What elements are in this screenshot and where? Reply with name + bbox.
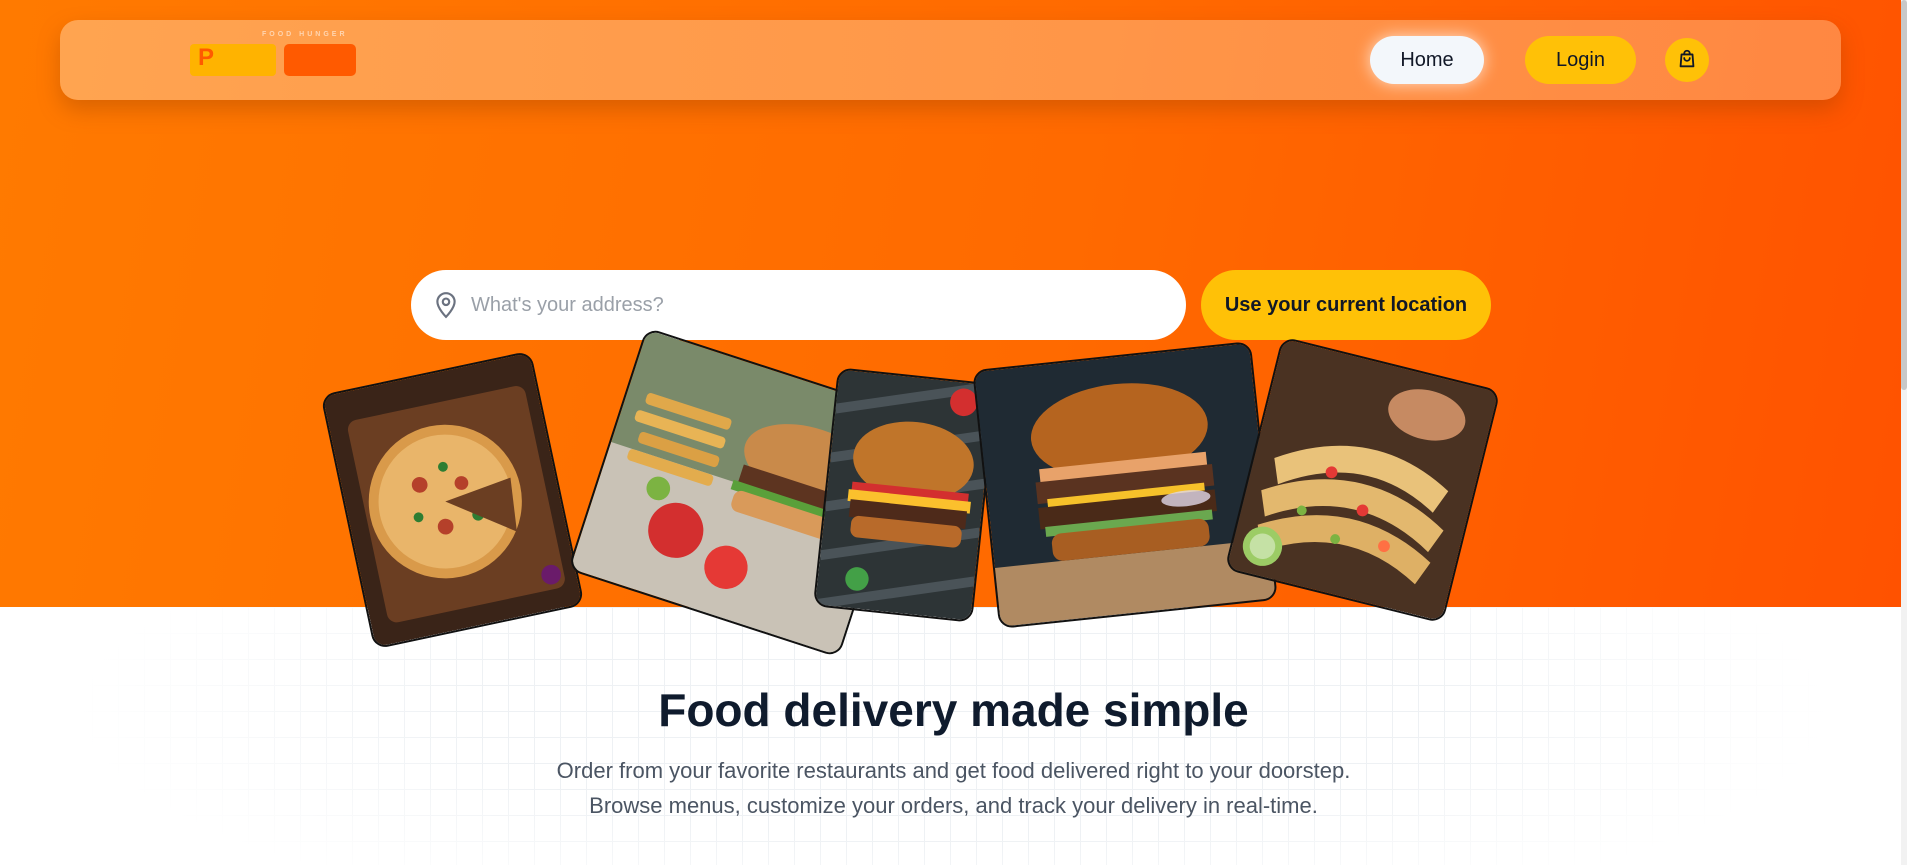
address-search-bar bbox=[411, 270, 1186, 340]
logo-tagline: FOOD HUNGER bbox=[262, 31, 348, 38]
cart-button[interactable] bbox=[1665, 38, 1709, 82]
page-headline: Food delivery made simple bbox=[658, 684, 1249, 736]
use-current-location-button[interactable]: Use your current location bbox=[1201, 270, 1491, 340]
intro-text-line2: Browse menus, customize your orders, and… bbox=[589, 793, 1318, 818]
top-navbar: FOOD HUNGER P Home Login bbox=[60, 20, 1841, 100]
address-input[interactable] bbox=[471, 282, 1161, 328]
page-scrollbar[interactable] bbox=[1901, 0, 1907, 865]
shopping-bag-icon bbox=[1676, 48, 1698, 73]
food-photo-double-burger bbox=[972, 341, 1278, 629]
intro-text-line1: Order from your favorite restaurants and… bbox=[556, 758, 1351, 783]
location-pin-icon bbox=[433, 291, 459, 324]
logo-letter: P bbox=[198, 44, 215, 71]
scrollbar-thumb[interactable] bbox=[1901, 0, 1907, 390]
login-button[interactable]: Login bbox=[1525, 36, 1636, 84]
brand-logo[interactable]: FOOD HUNGER P bbox=[190, 31, 360, 78]
home-button[interactable]: Home bbox=[1370, 36, 1484, 84]
food-photo-cheeseburger bbox=[812, 367, 998, 623]
